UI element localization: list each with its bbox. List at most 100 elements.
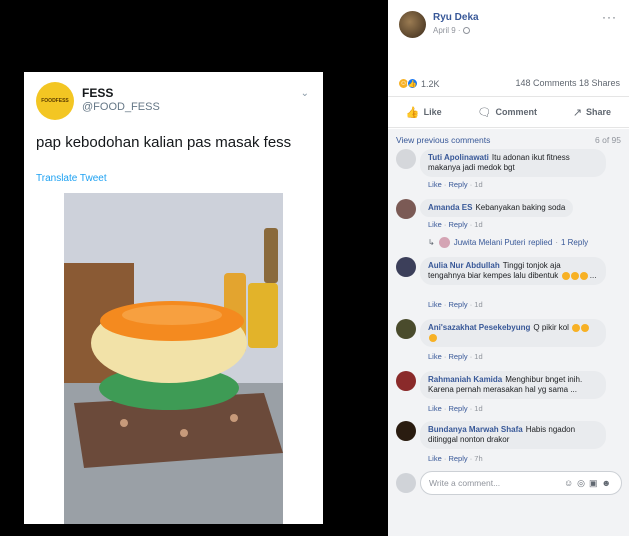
comment-time: 1d (474, 220, 483, 229)
comment-author[interactable]: Bundanya Marwah Shafa (428, 425, 523, 434)
comment-item: Amanda ES Kebanyakan baking soda Like · R… (396, 199, 621, 229)
avatar[interactable] (396, 149, 416, 169)
comment-time: 1d (474, 300, 483, 309)
post-actions: 👍 Like 🗨 Comment ↗ Share (388, 96, 629, 128)
avatar[interactable] (396, 319, 416, 339)
emoji-icon[interactable]: ☺ (564, 478, 577, 488)
comments-shares-count[interactable]: 148 Comments 18 Shares (515, 78, 620, 88)
comment-like-link[interactable]: Like (428, 404, 442, 413)
comments-section: View previous comments 6 of 95 Tuti Apol… (388, 129, 629, 536)
dough-bowl-photo (64, 193, 283, 524)
comment-like-link[interactable]: Like (428, 300, 442, 309)
sticker-icon[interactable]: ☻ (602, 478, 615, 488)
comment-author[interactable]: Aulia Nur Abdullah (428, 261, 500, 270)
reply-separator: · (555, 238, 558, 247)
tweet-name: FESS (82, 86, 114, 100)
laughing-emoji-icon (570, 271, 579, 280)
thumbs-up-icon: 👍 (405, 106, 420, 119)
chevron-down-icon: ⌄ (300, 88, 309, 99)
comment-time: 1d (474, 352, 483, 361)
comment-reply-link[interactable]: Reply (448, 352, 467, 361)
gif-icon[interactable]: ▣ (589, 478, 602, 488)
comment-bubble: Aulia Nur Abdullah Tinggi tonjok aja teng… (420, 257, 606, 285)
laughing-emoji-icon (429, 333, 437, 342)
like-label: Like (423, 107, 442, 117)
comment-reply-link[interactable]: Reply (448, 454, 467, 463)
poster-avatar[interactable] (399, 11, 426, 38)
comment-like-link[interactable]: Like (428, 220, 442, 229)
reactions-summary[interactable]: ☺ 👍 1.2K (398, 78, 440, 89)
comment-like-link[interactable]: Like (428, 352, 442, 361)
comment-reply-link[interactable]: Reply (448, 300, 467, 309)
comment-item: Ani'sazakhat Pesekebyung Q pikir kol Like… (396, 319, 621, 361)
comment-meta: Like · Reply · 1d (428, 300, 483, 309)
share-label: Share (586, 107, 612, 117)
avatar (396, 473, 416, 493)
comment-input[interactable]: Write a comment... ☺◎▣☻ (420, 471, 622, 495)
post-stats: ☺ 👍 1.2K 148 Comments 18 Shares (398, 78, 620, 92)
tweet-photo (64, 193, 283, 524)
comment-reply-link[interactable]: Reply (448, 220, 467, 229)
comment-meta: Like · Reply · 1d (428, 180, 483, 189)
comment-meta: Like · Reply · 1d (428, 404, 483, 413)
comment-time: 1d (474, 180, 483, 189)
reply-action: replied (528, 238, 553, 247)
comment-reply-link[interactable]: Reply (448, 404, 467, 413)
comment-icon: 🗨 (477, 106, 492, 119)
reply-count: 1 Reply (560, 238, 589, 247)
post-media[interactable]: FOODFESS FESS @FOOD_FESS ⌄ pap kebodohan… (0, 0, 346, 536)
tweet-avatar-label: FOODFESS (41, 98, 69, 104)
more-options-icon[interactable]: ··· (602, 10, 617, 24)
tweet-card: FOODFESS FESS @FOOD_FESS ⌄ pap kebodohan… (24, 72, 323, 524)
comment-like-link[interactable]: Like (428, 454, 442, 463)
avatar[interactable] (396, 257, 416, 277)
reply-author: Juwita Melani Puteri (453, 238, 526, 247)
comment-label: Comment (495, 107, 537, 117)
comment-bubble: Bundanya Marwah Shafa Habis ngadon diting… (420, 421, 606, 449)
comment-bubble: Tuti Apolinawati Itu adonan ikut fitness … (420, 149, 606, 177)
laughing-emoji-icon (579, 271, 588, 280)
tweet-avatar: FOODFESS (36, 82, 74, 120)
avatar[interactable] (396, 199, 416, 219)
like-button[interactable]: 👍 Like (406, 106, 442, 119)
reaction-count: 1.2K (421, 78, 440, 89)
comment-author[interactable]: Rahmaniah Kamida (428, 375, 502, 384)
comment-item: Bundanya Marwah Shafa Habis ngadon diting… (396, 421, 621, 463)
comment-bubble: Rahmaniah Kamida Menghibur bnget inih. Ka… (420, 371, 606, 399)
reply-arrow-icon: ↳ (428, 238, 435, 247)
comment-like-link[interactable]: Like (428, 180, 442, 189)
globe-icon (462, 27, 470, 35)
comments-count: 6 of 95 (595, 135, 621, 145)
comment-text: Q pikir kol (533, 323, 569, 332)
comment-item: Rahmaniah Kamida Menghibur bnget inih. Ka… (396, 371, 621, 413)
comment-input-icons: ☺◎▣☻ (564, 478, 615, 489)
comment-item: Aulia Nur Abdullah Tinggi tonjok aja teng… (396, 257, 621, 309)
comment-author[interactable]: Amanda ES (428, 203, 472, 212)
avatar[interactable] (396, 421, 416, 441)
tweet-handle: @FOOD_FESS (82, 101, 160, 113)
comment-reply-link[interactable]: Reply (448, 180, 467, 189)
share-button[interactable]: ↗ Share (573, 106, 611, 119)
comment-button[interactable]: 🗨 Comment (477, 106, 536, 119)
post-date: April 9 · (433, 26, 470, 35)
comment-item: Tuti Apolinawati Itu adonan ikut fitness … (396, 149, 621, 189)
comment-input-placeholder: Write a comment... (429, 478, 501, 488)
write-comment-box: Write a comment... ☺◎▣☻ (396, 471, 622, 495)
post-header: Ryu Deka April 9 · ··· (388, 0, 629, 66)
camera-icon[interactable]: ◎ (577, 478, 589, 488)
avatar (438, 237, 450, 248)
comment-text: Kebanyakan baking soda (475, 203, 566, 212)
replies-link[interactable]: ↳ Juwita Melani Puteri replied · 1 Reply (428, 237, 588, 248)
comment-author[interactable]: Tuti Apolinawati (428, 153, 489, 162)
comment-meta: Like · Reply · 7h (428, 454, 483, 463)
poster-name[interactable]: Ryu Deka (433, 12, 479, 23)
translate-tweet-link: Translate Tweet (36, 173, 107, 184)
screen: FOODFESS FESS @FOOD_FESS ⌄ pap kebodohan… (0, 0, 629, 536)
post-date-text[interactable]: April 9 · (433, 26, 461, 35)
avatar[interactable] (396, 371, 416, 391)
comment-bubble: Amanda ES Kebanyakan baking soda (420, 199, 574, 217)
view-previous-comments-link[interactable]: View previous comments (396, 135, 490, 145)
laughing-emoji-icon (561, 271, 570, 280)
comment-time: 7h (474, 454, 483, 463)
comment-author[interactable]: Ani'sazakhat Pesekebyung (428, 323, 530, 332)
